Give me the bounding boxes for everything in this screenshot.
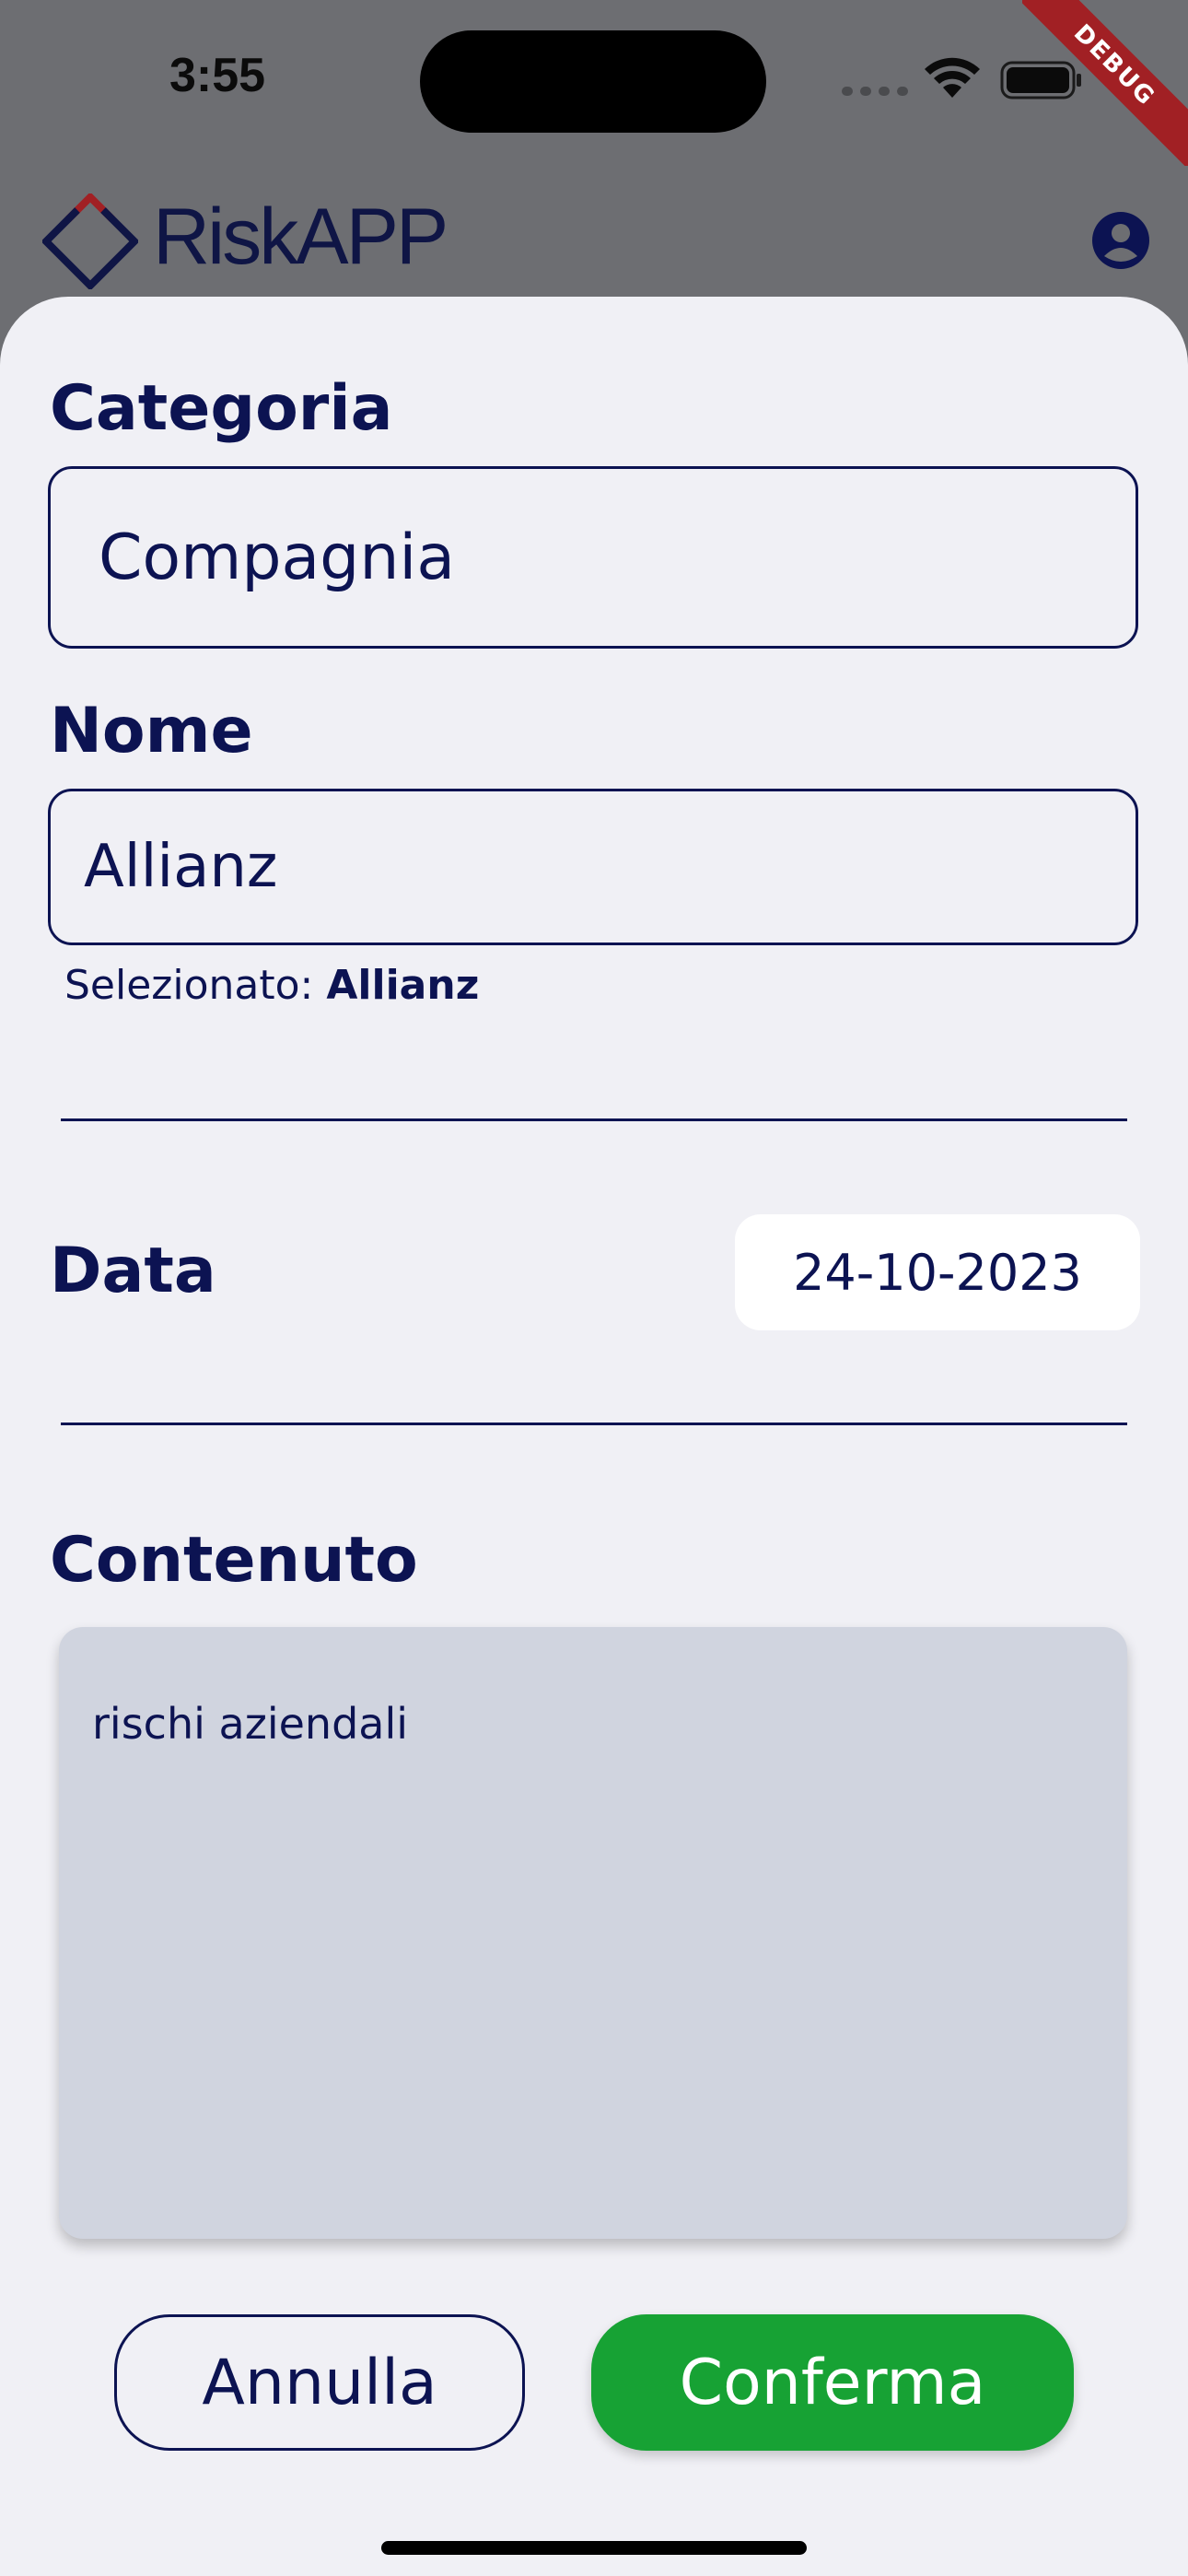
date-label: Data [50,1235,216,1307]
content-textarea[interactable]: rischi aziendali [59,1627,1127,2239]
cancel-button[interactable]: Annulla [114,2314,525,2451]
divider [61,1423,1127,1425]
name-label: Nome [50,695,253,767]
category-label: Categoria [50,372,393,445]
wifi-icon [925,57,980,98]
name-input[interactable]: Allianz [48,789,1138,945]
confirm-button-label: Conferma [679,2346,986,2419]
dynamic-island [420,30,766,133]
account-icon[interactable] [1090,210,1151,271]
app-header: RiskAPP [0,166,1188,313]
status-bar: 3:55 [0,0,1188,166]
divider [61,1118,1127,1121]
status-time: 3:55 [169,49,266,102]
selected-name-text: Selezionato: Allianz [64,962,479,1009]
content-value: rischi aziendali [92,1699,409,1749]
confirm-button[interactable]: Conferma [591,2314,1074,2451]
category-field[interactable]: Compagnia [48,466,1138,649]
name-value: Allianz [84,833,278,901]
date-value: 24-10-2023 [793,1243,1082,1302]
cancel-button-label: Annulla [202,2346,437,2419]
debug-banner: DEBUG [1022,0,1188,166]
app-name: RiskAPP [153,193,448,281]
content-label: Contenuto [50,1524,418,1597]
riskapp-logo-icon [42,193,138,289]
category-value: Compagnia [99,521,455,594]
home-indicator[interactable] [381,2541,807,2555]
date-picker-button[interactable]: 24-10-2023 [735,1214,1140,1330]
debug-banner-label: DEBUG [1022,0,1188,166]
selected-value: Allianz [326,962,480,1009]
cellular-signal-icon [842,87,908,96]
selected-prefix: Selezionato: [64,962,327,1009]
